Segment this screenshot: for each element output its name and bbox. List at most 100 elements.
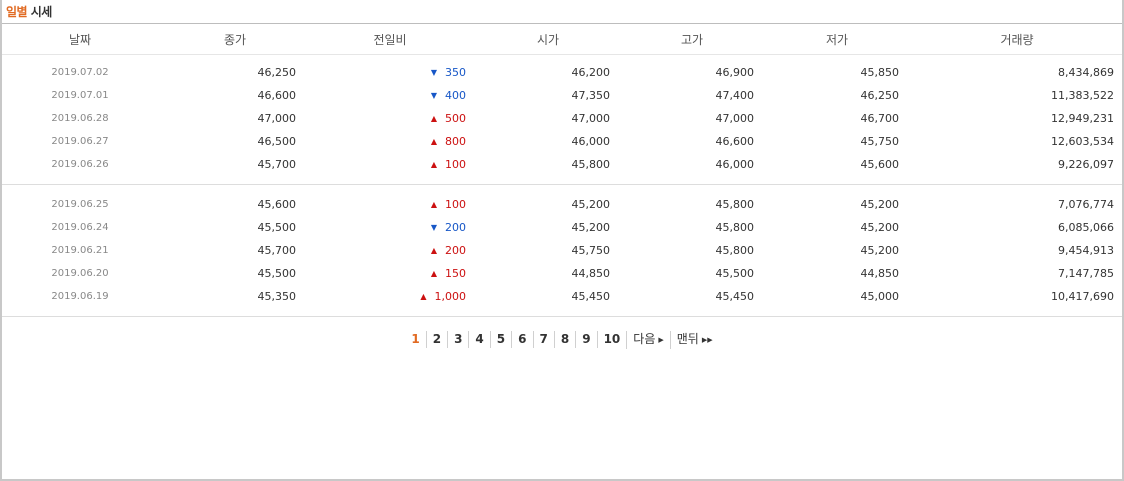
cell-low: 45,200 <box>860 244 900 257</box>
triangle-up-icon: ▲ <box>420 292 427 301</box>
cell-volume: 7,147,785 <box>1058 267 1114 280</box>
cell-close: 46,500 <box>257 135 297 148</box>
header-open: 시가 <box>536 33 560 47</box>
cell-low: 45,750 <box>860 135 900 148</box>
cell-date: 2019.06.27 <box>51 136 109 147</box>
cell-high: 45,800 <box>715 198 755 211</box>
page-link-6[interactable]: 6 <box>511 331 532 348</box>
cell-open: 47,350 <box>571 89 611 102</box>
cell-close: 45,600 <box>257 198 297 211</box>
triangle-up-icon: ▲ <box>430 160 437 169</box>
header-divider <box>2 54 1122 55</box>
header-high: 고가 <box>680 33 704 47</box>
cell-volume: 12,949,231 <box>1051 112 1114 125</box>
cell-date: 2019.06.25 <box>51 199 109 210</box>
change-value: 100 <box>445 158 466 171</box>
cell-high: 45,450 <box>715 290 755 303</box>
cell-change: ▲ 500 <box>431 111 466 127</box>
cell-close: 46,250 <box>257 66 297 79</box>
triangle-up-icon: ▲ <box>430 114 437 123</box>
header-change: 전일비 <box>373 33 407 47</box>
cell-close: 45,700 <box>257 244 297 257</box>
cell-date: 2019.06.28 <box>51 113 109 124</box>
cell-date: 2019.06.21 <box>51 245 109 256</box>
cell-date: 2019.06.20 <box>51 268 109 279</box>
header-close: 종가 <box>223 33 247 47</box>
cell-high: 46,900 <box>715 66 755 79</box>
page-link-4[interactable]: 4 <box>468 331 489 348</box>
cell-open: 45,800 <box>571 158 611 171</box>
cell-high: 47,000 <box>715 112 755 125</box>
cell-low: 45,600 <box>860 158 900 171</box>
triangle-down-icon: ▼ <box>430 223 437 232</box>
next-page-link[interactable]: 다음 ▶ <box>626 331 669 349</box>
page-link-5[interactable]: 5 <box>489 331 511 348</box>
cell-open: 45,200 <box>571 221 611 234</box>
change-value: 100 <box>445 198 466 211</box>
change-value: 200 <box>445 221 466 234</box>
cell-volume: 12,603,534 <box>1051 135 1114 148</box>
chevron-right-icon: ▶ <box>658 336 664 344</box>
table-bottom-border <box>2 316 1122 317</box>
pagination: 1 2 3 4 5 6 7 8 9 10 다음 ▶ 맨뒤 ▶▶ <box>0 331 1124 349</box>
cell-change: ▼ 350 <box>431 65 466 81</box>
daily-price-panel <box>0 0 1124 481</box>
panel-title-highlight: 일별 <box>6 5 28 19</box>
cell-change: ▲ 100 <box>431 157 466 173</box>
cell-low: 45,000 <box>860 290 900 303</box>
row-group-divider <box>2 184 1122 185</box>
cell-high: 47,400 <box>715 89 755 102</box>
cell-low: 45,850 <box>860 66 900 79</box>
page-link-2[interactable]: 2 <box>425 331 447 348</box>
cell-close: 45,350 <box>257 290 297 303</box>
cell-close: 45,500 <box>257 221 297 234</box>
cell-volume: 9,226,097 <box>1058 158 1114 171</box>
cell-date: 2019.07.01 <box>51 90 109 101</box>
panel-title: 일별 시세 <box>6 3 52 20</box>
cell-low: 44,850 <box>860 267 900 280</box>
cell-open: 44,850 <box>571 267 611 280</box>
cell-change: ▼ 400 <box>431 88 466 104</box>
last-page-link[interactable]: 맨뒤 ▶▶ <box>669 331 719 349</box>
cell-high: 46,000 <box>715 158 755 171</box>
cell-low: 46,700 <box>860 112 900 125</box>
cell-open: 45,450 <box>571 290 611 303</box>
cell-date: 2019.06.24 <box>51 222 109 233</box>
page-link-9[interactable]: 9 <box>575 331 596 348</box>
panel-title-rest: 시세 <box>27 5 53 19</box>
cell-volume: 7,076,774 <box>1058 198 1114 211</box>
cell-change: ▲ 200 <box>431 243 466 259</box>
triangle-up-icon: ▲ <box>430 246 437 255</box>
cell-high: 45,800 <box>715 244 755 257</box>
last-page-label: 맨뒤 <box>676 332 699 346</box>
cell-date: 2019.06.19 <box>51 291 109 302</box>
page-link-8[interactable]: 8 <box>553 331 575 348</box>
change-value: 800 <box>445 135 466 148</box>
cell-volume: 6,085,066 <box>1058 221 1114 234</box>
triangle-down-icon: ▼ <box>430 68 437 77</box>
cell-close: 45,700 <box>257 158 297 171</box>
cell-low: 45,200 <box>860 221 900 234</box>
cell-open: 45,750 <box>571 244 611 257</box>
page-link-10[interactable]: 10 <box>596 331 627 348</box>
page-link-3[interactable]: 3 <box>447 331 468 348</box>
cell-close: 47,000 <box>257 112 297 125</box>
change-value: 400 <box>445 89 466 102</box>
cell-open: 45,200 <box>571 198 611 211</box>
cell-close: 45,500 <box>257 267 297 280</box>
next-page-label: 다음 <box>633 332 656 346</box>
page-link-7[interactable]: 7 <box>532 331 554 348</box>
triangle-up-icon: ▲ <box>430 200 437 209</box>
double-chevron-right-icon: ▶▶ <box>701 336 713 344</box>
cell-volume: 10,417,690 <box>1051 290 1114 303</box>
cell-open: 47,000 <box>571 112 611 125</box>
cell-high: 45,800 <box>715 221 755 234</box>
cell-low: 45,200 <box>860 198 900 211</box>
cell-date: 2019.07.02 <box>51 67 109 78</box>
page-link-1[interactable]: 1 <box>405 331 425 348</box>
triangle-up-icon: ▲ <box>430 137 437 146</box>
cell-open: 46,200 <box>571 66 611 79</box>
cell-high: 45,500 <box>715 267 755 280</box>
cell-date: 2019.06.26 <box>51 159 109 170</box>
cell-change: ▲ 100 <box>431 197 466 213</box>
